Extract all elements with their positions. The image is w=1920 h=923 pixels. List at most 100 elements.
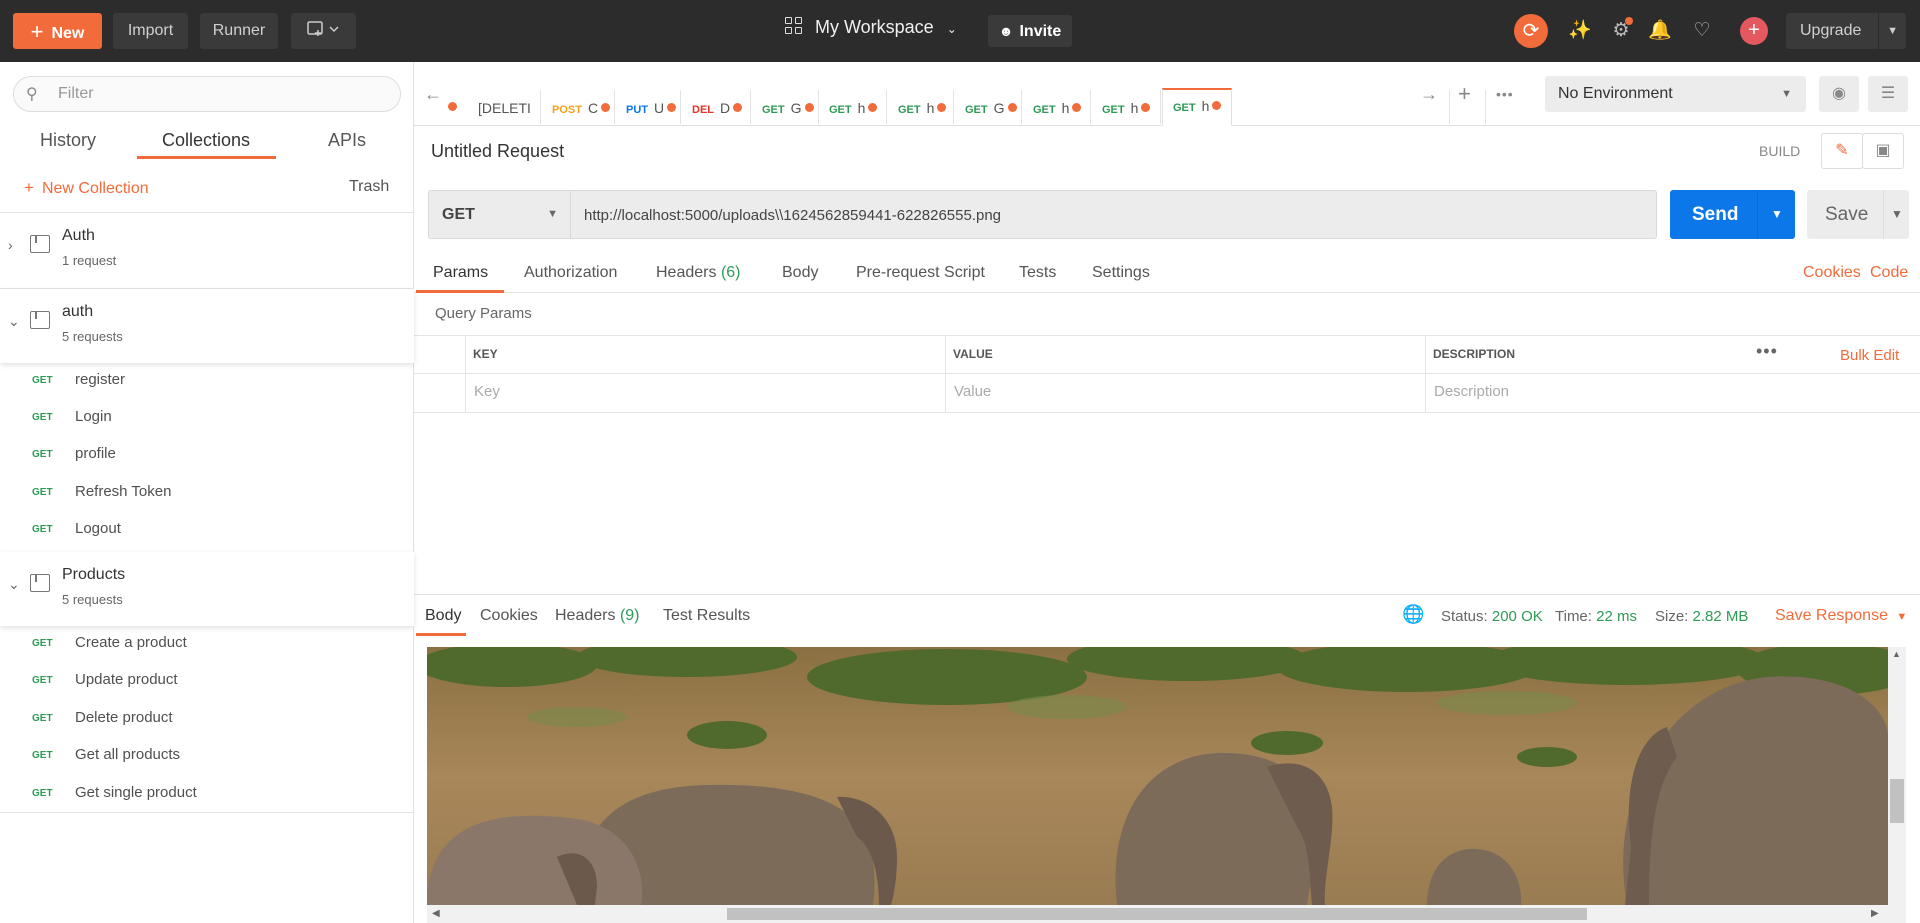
- runner-button[interactable]: Runner: [200, 13, 278, 49]
- request-item[interactable]: GET Logout: [0, 512, 414, 549]
- horizontal-scrollbar[interactable]: ◀ ▶: [427, 905, 1906, 923]
- manage-environments-sliders-icon[interactable]: ☰: [1868, 76, 1908, 112]
- chevron-down-icon[interactable]: ⌄: [8, 576, 20, 593]
- new-window-icon: [306, 21, 339, 36]
- arrow-left-icon[interactable]: ←: [424, 84, 442, 105]
- url-input[interactable]: [584, 204, 1634, 226]
- request-tab[interactable]: GET G: [955, 90, 1021, 126]
- environment-select[interactable]: No Environment ▼: [1545, 76, 1806, 112]
- request-item[interactable]: GET Get all products: [0, 738, 414, 775]
- notifications-bell-icon[interactable]: 🔔: [1646, 17, 1674, 45]
- tab-apis[interactable]: APIs: [328, 130, 366, 151]
- collection-auth-lower[interactable]: ⌄ auth 5 requests: [0, 289, 414, 363]
- time-readout[interactable]: Time: 22 ms: [1555, 608, 1637, 625]
- edit-pencil-icon[interactable]: ✎: [1821, 133, 1863, 169]
- description-input[interactable]: Description: [1434, 383, 1509, 400]
- chevron-down-icon[interactable]: ▼: [1887, 13, 1898, 49]
- request-tab[interactable]: DEL D: [682, 90, 750, 126]
- bulk-edit-link[interactable]: Bulk Edit: [1840, 347, 1899, 364]
- request-tab[interactable]: GET h: [1023, 90, 1090, 126]
- response-tab-cookies[interactable]: Cookies: [480, 607, 538, 625]
- environment-quick-look-eye-icon[interactable]: ◉: [1819, 76, 1859, 112]
- send-button[interactable]: Send ▼: [1670, 190, 1795, 239]
- value-input[interactable]: Value: [954, 383, 991, 400]
- tab-body[interactable]: Body: [782, 264, 818, 282]
- scrollbar-thumb[interactable]: [727, 908, 1587, 920]
- vertical-scrollbar[interactable]: ▲: [1888, 647, 1906, 905]
- upgrade-button[interactable]: Upgrade ▼: [1786, 13, 1906, 49]
- add-tab-icon[interactable]: +: [1458, 81, 1471, 107]
- request-method: GET: [32, 412, 53, 423]
- request-tab-method: GET: [898, 104, 921, 116]
- response-tab-headers[interactable]: Headers (9): [555, 607, 640, 625]
- cookies-link[interactable]: Cookies: [1803, 264, 1861, 282]
- request-item[interactable]: GET Update product: [0, 663, 414, 700]
- sync-icon[interactable]: ⟳: [1514, 14, 1548, 48]
- more-options-icon[interactable]: •••: [1756, 341, 1778, 362]
- heart-icon[interactable]: ♡: [1688, 17, 1716, 45]
- request-tab[interactable]: [DELETI: [468, 90, 540, 126]
- request-tab[interactable]: GET G: [752, 90, 818, 126]
- request-item[interactable]: GET Create a product: [0, 626, 414, 663]
- chevron-down-icon[interactable]: ⌄: [8, 313, 20, 330]
- comments-icon[interactable]: ▣: [1862, 133, 1904, 169]
- request-tab[interactable]: GET h: [1162, 88, 1232, 126]
- new-collection-button[interactable]: + New Collection: [24, 178, 149, 198]
- tab-tests[interactable]: Tests: [1019, 264, 1056, 282]
- response-tab-body[interactable]: Body: [425, 607, 461, 625]
- tab-params[interactable]: Params: [433, 264, 488, 282]
- request-tab[interactable]: GET h: [819, 90, 886, 126]
- more-tabs-icon[interactable]: •••: [1496, 86, 1514, 102]
- scroll-left-icon[interactable]: ◀: [432, 908, 440, 919]
- save-button[interactable]: Save ▼: [1807, 190, 1909, 239]
- request-tab[interactable]: PUT U: [616, 90, 680, 126]
- tab-collections[interactable]: Collections: [162, 130, 250, 151]
- collection-auth[interactable]: › Auth 1 request: [0, 213, 414, 287]
- tab-pre-request-script[interactable]: Pre-request Script: [856, 264, 985, 282]
- request-tab[interactable]: GET h: [1092, 90, 1160, 126]
- arrow-right-icon[interactable]: →: [1420, 84, 1438, 105]
- globe-icon[interactable]: 🌐: [1402, 604, 1424, 625]
- request-item[interactable]: GET Login: [0, 400, 414, 437]
- filter-input[interactable]: [58, 83, 378, 105]
- new-button[interactable]: + New: [13, 13, 102, 49]
- save-response-button[interactable]: Save Response ▼: [1775, 607, 1907, 625]
- send-options-chevron-icon[interactable]: ▼: [1771, 190, 1783, 239]
- satellite-icon[interactable]: ✨: [1566, 17, 1594, 45]
- save-options-chevron-icon[interactable]: ▼: [1891, 190, 1903, 239]
- request-item[interactable]: GET Refresh Token: [0, 475, 414, 512]
- scrollbar-thumb[interactable]: [1890, 779, 1904, 823]
- chevron-right-icon[interactable]: ›: [8, 237, 13, 253]
- trash-button[interactable]: Trash: [349, 178, 389, 196]
- new-window-button[interactable]: [291, 13, 356, 49]
- request-item[interactable]: GET register: [0, 363, 414, 400]
- code-link[interactable]: Code: [1870, 264, 1908, 282]
- invite-button[interactable]: ☻ Invite: [988, 15, 1072, 47]
- unsaved-dot: [1072, 103, 1082, 112]
- settings-icon[interactable]: ⚙: [1607, 17, 1635, 45]
- tab-settings[interactable]: Settings: [1092, 264, 1150, 282]
- scroll-up-icon[interactable]: ▲: [1892, 649, 1901, 659]
- request-item[interactable]: GET profile: [0, 437, 414, 474]
- scroll-right-icon[interactable]: ▶: [1871, 908, 1879, 919]
- request-title[interactable]: Untitled Request: [431, 141, 564, 162]
- workspace-switcher[interactable]: My Workspace ⌄: [785, 17, 957, 38]
- tab-headers[interactable]: Headers (6): [656, 264, 741, 282]
- request-tab-method: GET: [1033, 104, 1056, 116]
- request-tab[interactable]: GET h: [888, 90, 953, 126]
- import-button[interactable]: Import: [113, 13, 188, 49]
- tab-authorization[interactable]: Authorization: [524, 264, 617, 282]
- tab-history[interactable]: History: [40, 130, 96, 151]
- avatar[interactable]: +: [1740, 17, 1768, 45]
- size-readout[interactable]: Size: 2.82 MB: [1655, 608, 1748, 625]
- collection-products[interactable]: ⌄ Products 5 requests: [0, 552, 414, 626]
- request-item[interactable]: GET Get single product: [0, 776, 414, 813]
- request-tab[interactable]: POST C: [542, 90, 614, 126]
- filter-field[interactable]: ⚲: [13, 76, 401, 112]
- method-select[interactable]: GET ▼: [428, 190, 571, 239]
- url-field[interactable]: [571, 190, 1657, 239]
- request-item[interactable]: GET Delete product: [0, 701, 414, 738]
- key-input[interactable]: Key: [474, 383, 500, 400]
- response-tab-test-results[interactable]: Test Results: [663, 607, 750, 625]
- status-readout[interactable]: Status: 200 OK: [1441, 608, 1543, 625]
